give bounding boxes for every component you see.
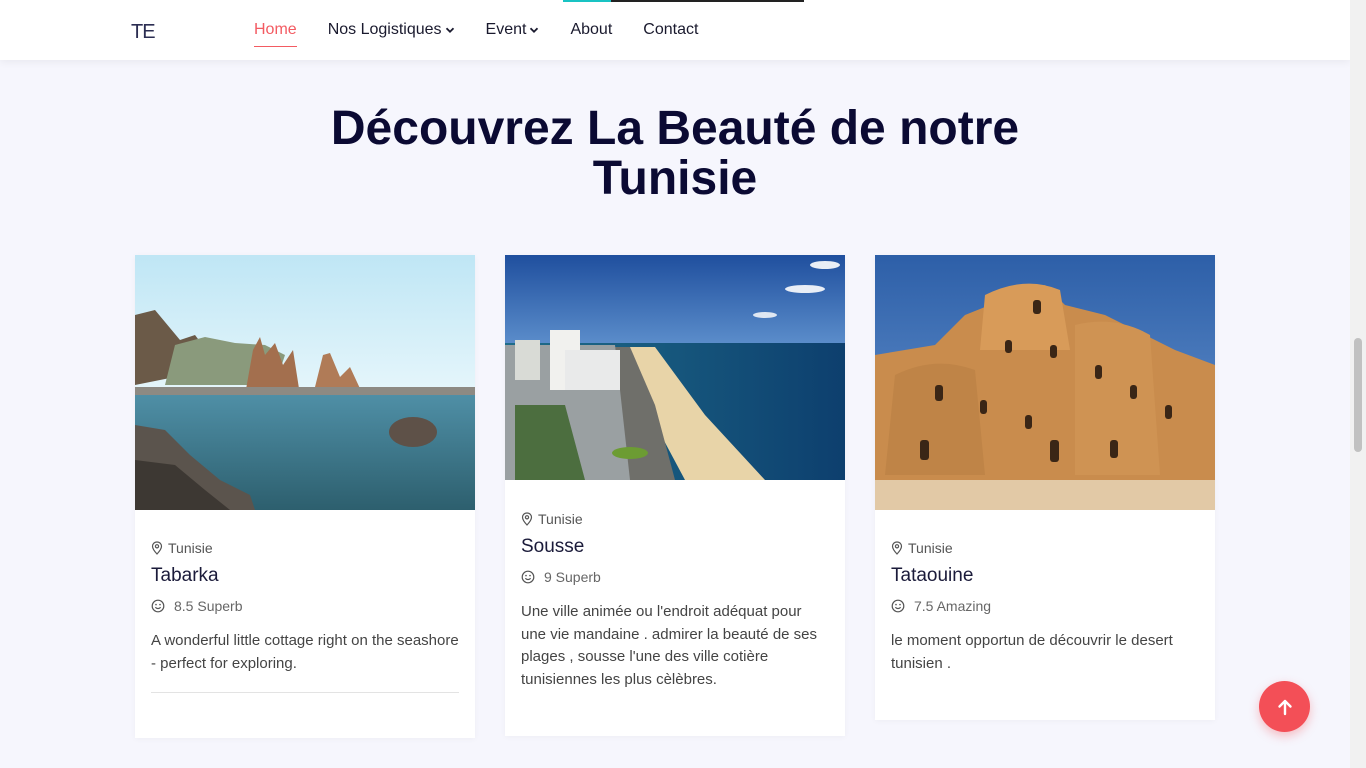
card-body: Tunisie Tataouine 7.5 Amazing le moment … [875,510,1215,675]
tabarka-image [135,255,475,510]
section-title-line1: Découvrez La Beauté de notre [330,102,1020,155]
nav-contact[interactable]: Contact [643,0,698,60]
site-header: TE Home Nos Logistiques Event About Cont… [0,0,1350,60]
card-description: A wonderful little cottage right on the … [151,632,459,672]
card-location-label: Tunisie [538,511,583,527]
card-description: le moment opportun de découvrir le deser… [891,632,1173,672]
map-pin-icon [521,512,533,526]
scrollbar-thumb[interactable] [1354,338,1362,452]
nav-home-label: Home [254,21,297,38]
chevron-down-icon [530,27,539,33]
card-title[interactable]: Tabarka [151,565,459,587]
card-rating-label: 7.5 Amazing [914,598,992,614]
scroll-to-top-button[interactable] [1259,681,1310,732]
smiley-icon [891,599,905,613]
card-rating-label: 9 Superb [544,569,601,585]
card-rating: 9 Superb [521,569,829,585]
site-logo[interactable]: TE [131,21,156,44]
section-title-line2: Tunisie [592,152,758,205]
nav-nos-logistiques-label: Nos Logistiques [327,21,442,38]
nav-about[interactable]: About [570,0,612,60]
card-rating: 7.5 Amazing [891,598,1199,614]
map-pin-icon [151,541,163,555]
chevron-down-icon [445,27,454,33]
card-rating-label: 8.5 Superb [174,598,243,614]
nav-event-label: Event [485,21,527,38]
card-body: Tunisie Tabarka 8.5 Superb A wonderful l… [135,510,475,693]
destination-card-tabarka[interactable]: Tunisie Tabarka 8.5 Superb A wonderful l… [135,255,475,738]
tataouine-image [875,255,1215,510]
card-body: Tunisie Sousse 9 Superb Une ville animée… [505,480,845,691]
card-location-label: Tunisie [168,540,213,556]
destination-card-sousse[interactable]: Tunisie Sousse 9 Superb Une ville animée… [505,255,845,736]
card-description: Une ville animée ou l'endroit adéquat po… [521,603,818,688]
card-rating: 8.5 Superb [151,598,459,614]
card-title[interactable]: Tataouine [891,565,1199,587]
destination-card-tataouine[interactable]: Tunisie Tataouine 7.5 Amazing le moment … [875,255,1215,720]
nav-contact-label: Contact [643,21,699,38]
main-nav: Home Nos Logistiques Event About Contact [254,0,729,60]
sousse-image [505,255,845,480]
arrow-up-icon [1277,699,1292,715]
card-divider [151,692,459,693]
card-location: Tunisie [891,540,1199,556]
page-scrollbar[interactable] [1350,0,1366,768]
card-location-label: Tunisie [908,540,953,556]
card-location: Tunisie [151,540,459,556]
nav-nos-logistiques[interactable]: Nos Logistiques [328,0,455,60]
nav-about-label: About [570,21,613,38]
card-title[interactable]: Sousse [521,536,829,558]
smiley-icon [151,599,165,613]
map-pin-icon [891,541,903,555]
card-location: Tunisie [521,511,829,527]
nav-event[interactable]: Event [486,0,540,60]
smiley-icon [521,570,535,584]
nav-home[interactable]: Home [254,0,297,60]
section-title: Découvrez La Beauté de notre Tunisie [0,104,1350,204]
